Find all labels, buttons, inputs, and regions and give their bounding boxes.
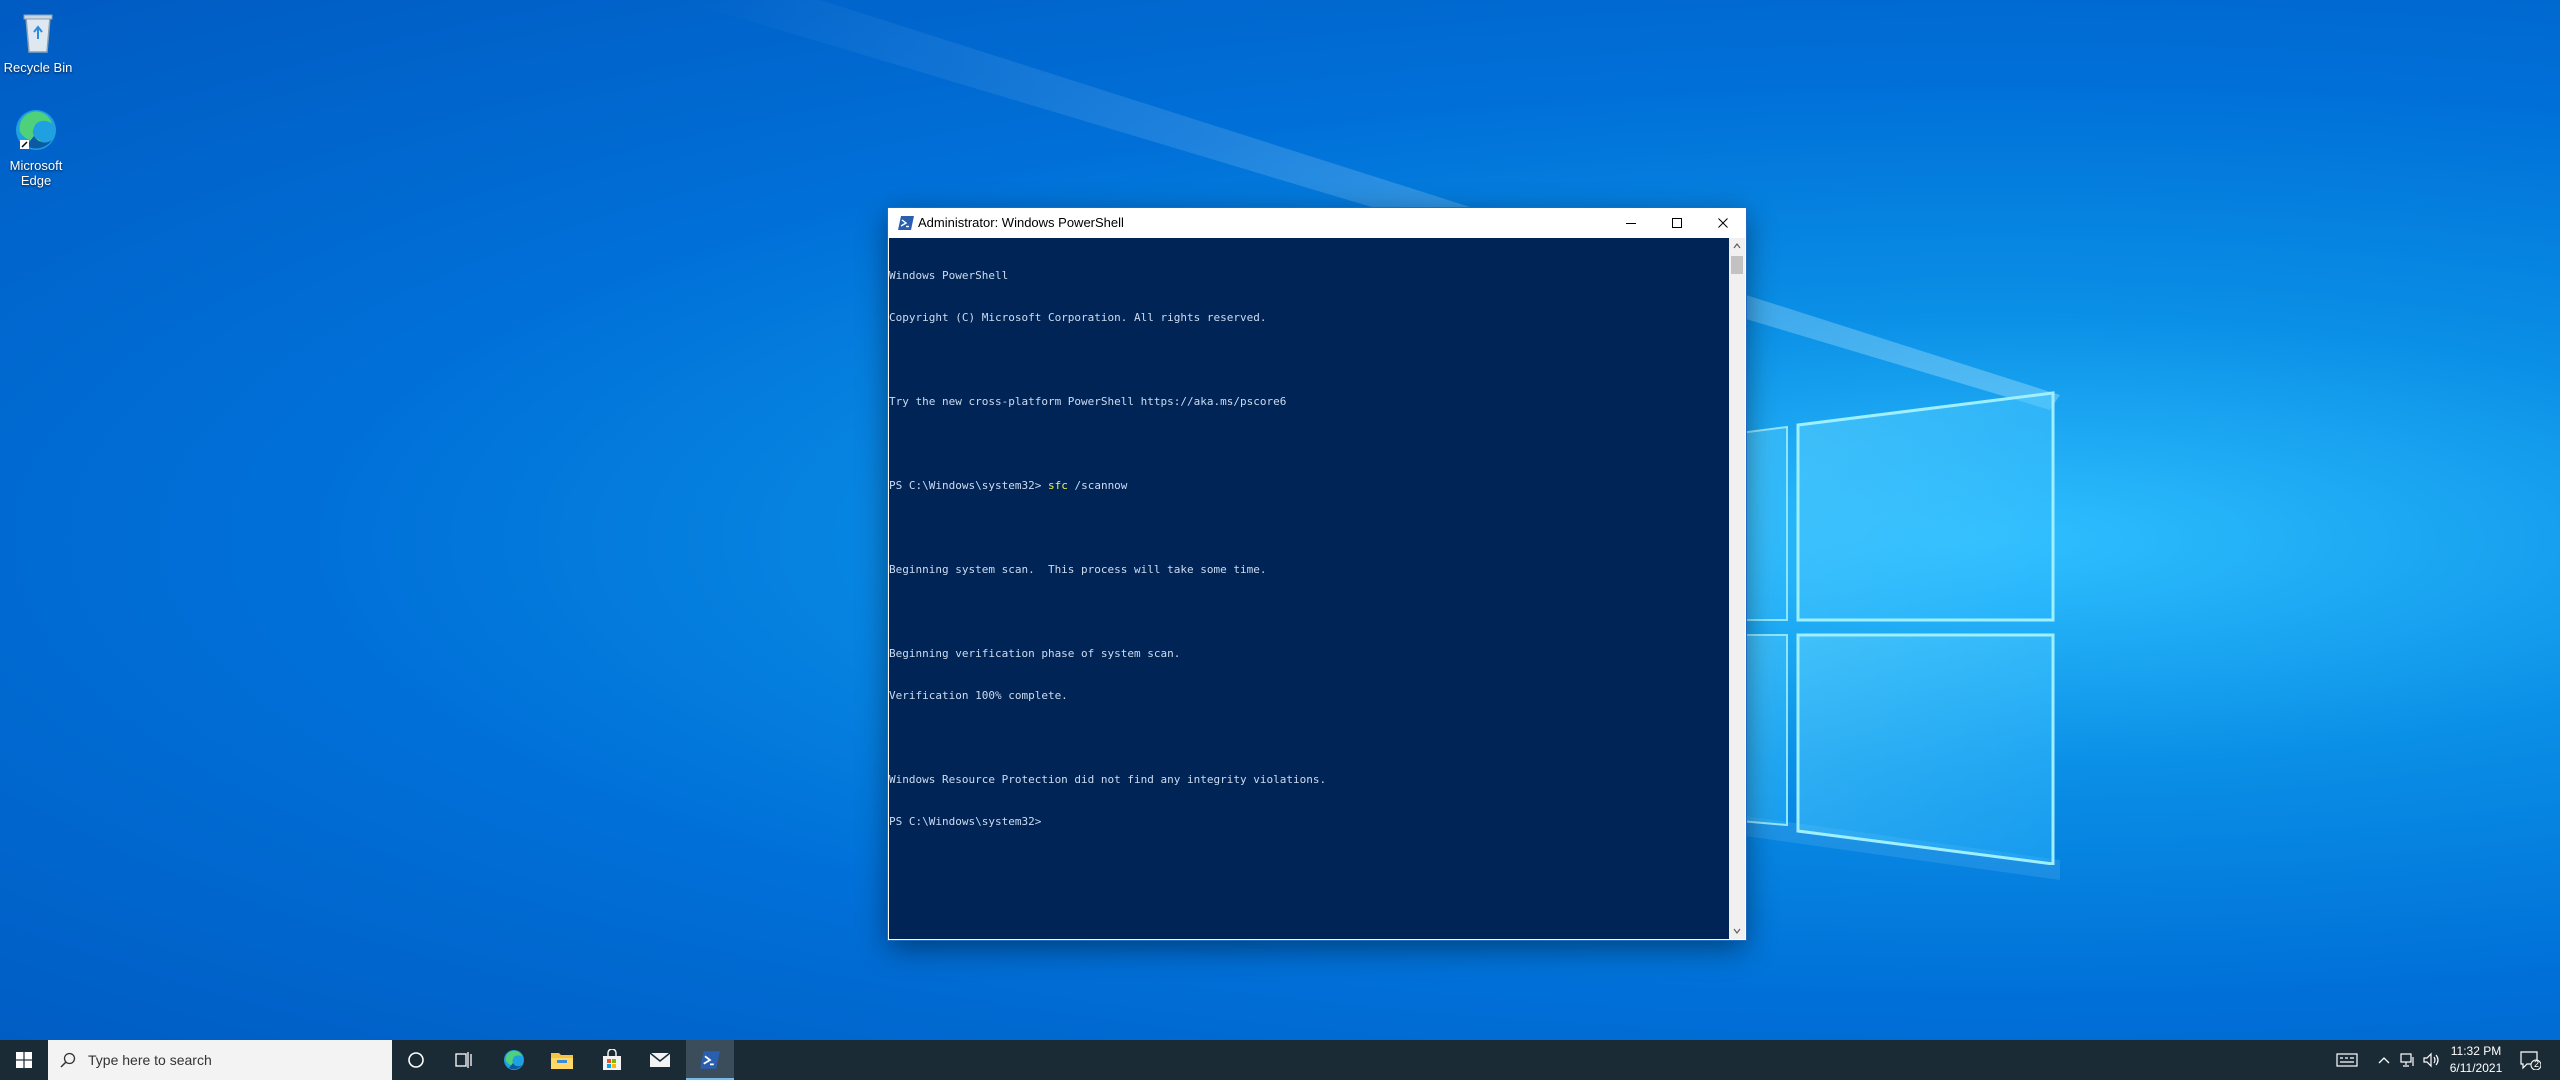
console-line: Beginning system scan. This process will… [889, 563, 1267, 576]
action-center-button[interactable]: 2 [2512, 1040, 2548, 1080]
chevron-up-icon [2378, 1057, 2390, 1064]
scroll-up-button[interactable] [1729, 238, 1745, 254]
taskbar-mail-button[interactable] [636, 1040, 684, 1080]
console-output[interactable]: Windows PowerShell Copyright (C) Microso… [889, 238, 1729, 939]
clock-time: 11:32 PM [2450, 1044, 2502, 1058]
taskbar-search-box[interactable]: Type here to search [48, 1040, 392, 1080]
edge-icon [12, 106, 60, 154]
console-command-line: PS C:\Windows\system32> sfc /scannow [889, 479, 1326, 493]
close-icon [1718, 218, 1728, 228]
maximize-button[interactable] [1654, 208, 1700, 238]
recycle-bin-icon [14, 8, 62, 56]
network-icon [2400, 1053, 2414, 1067]
taskbar-edge-button[interactable] [490, 1040, 538, 1080]
taskbar-cortana-button[interactable] [392, 1040, 440, 1080]
tray-volume[interactable] [2420, 1040, 2442, 1080]
taskbar-clock[interactable]: 11:32 PM 6/11/2021 [2444, 1043, 2508, 1077]
console-line: Windows Resource Protection did not find… [889, 773, 1327, 786]
tray-divider [2418, 1040, 2419, 1080]
windows-start-icon [16, 1052, 32, 1068]
taskbar-store-button[interactable] [588, 1040, 636, 1080]
taskbar-powershell-button[interactable] [686, 1040, 734, 1080]
desktop-icon-recycle-bin[interactable]: Recycle Bin [0, 8, 76, 75]
mail-icon [649, 1052, 671, 1067]
tray-show-hidden-icons[interactable] [2372, 1040, 2396, 1080]
taskbar-file-explorer-button[interactable] [538, 1040, 586, 1080]
minimize-icon [1626, 223, 1636, 224]
clock-date: 6/11/2021 [2449, 1061, 2503, 1075]
task-view-icon [455, 1052, 472, 1068]
desktop-icon-microsoft-edge[interactable]: Microsoft Edge [0, 106, 74, 188]
console-line: Try the new cross-platform PowerShell ht… [889, 395, 1287, 408]
notification-count: 2 [2534, 1059, 2540, 1069]
desktop-icon-label: Recycle Bin [3, 60, 73, 75]
console-scrollbar[interactable] [1729, 238, 1745, 939]
console-line: Beginning verification phase of system s… [889, 647, 1181, 660]
scroll-down-button[interactable] [1729, 923, 1745, 939]
chevron-down-icon [1733, 928, 1741, 934]
tray-network[interactable] [2396, 1040, 2420, 1080]
folder-icon [551, 1053, 573, 1069]
scroll-thumb[interactable] [1731, 256, 1743, 274]
console-line: Verification 100% complete. [889, 689, 1068, 702]
windows-logo-wallpaper [1740, 391, 2055, 865]
close-button[interactable] [1700, 208, 1746, 238]
chevron-up-icon [1733, 243, 1741, 249]
cortana-icon [408, 1052, 424, 1068]
desktop-icon-label: Microsoft Edge [9, 158, 63, 188]
console-line: Copyright (C) Microsoft Corporation. All… [889, 311, 1267, 324]
powershell-window[interactable]: Administrator: Windows PowerShell Window… [888, 208, 1746, 940]
start-button[interactable] [0, 1040, 48, 1080]
minimize-button[interactable] [1608, 208, 1654, 238]
window-title: Administrator: Windows PowerShell [918, 215, 1124, 230]
store-icon [603, 1049, 621, 1070]
edge-icon [504, 1050, 524, 1070]
console-prompt: PS C:\Windows\system32> [889, 479, 1048, 492]
keyboard-icon [2336, 1053, 2358, 1067]
maximize-icon [1672, 218, 1682, 228]
console-command-args: /scannow [1067, 479, 1128, 492]
console-command: sfc [1047, 479, 1068, 492]
taskbar-task-view-button[interactable] [440, 1040, 488, 1080]
console-line: Windows PowerShell [889, 269, 1009, 282]
window-titlebar[interactable]: Administrator: Windows PowerShell [888, 208, 1746, 238]
search-placeholder: Type here to search [88, 1052, 212, 1068]
volume-icon [2423, 1052, 2439, 1068]
powershell-icon [898, 216, 914, 230]
search-icon [60, 1052, 76, 1068]
console-line: PS C:\Windows\system32> [889, 815, 1042, 828]
powershell-icon [700, 1051, 720, 1069]
taskbar: Type here to search 11:32 PM 6/11/2021 2 [0, 1040, 2560, 1080]
tray-input-indicator[interactable] [2330, 1040, 2364, 1080]
